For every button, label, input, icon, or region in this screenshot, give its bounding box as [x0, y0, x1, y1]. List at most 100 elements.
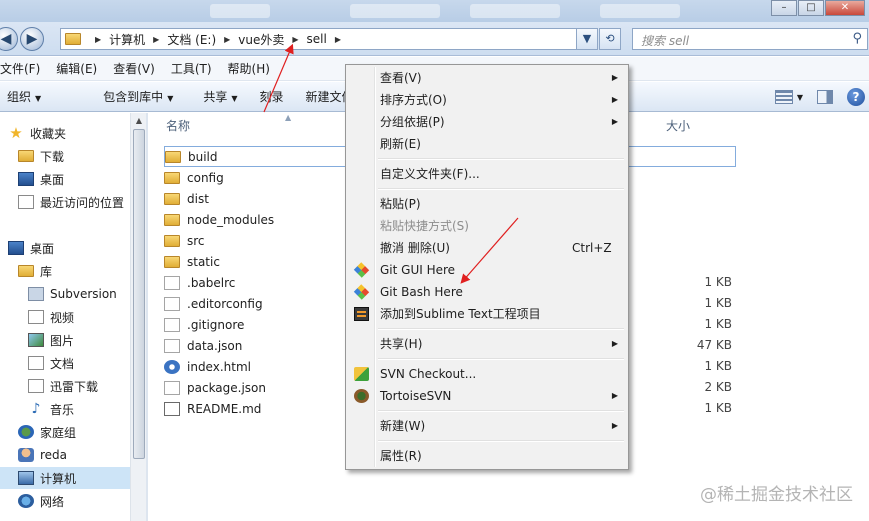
search-placeholder: 搜索 sell	[641, 34, 690, 48]
address-bar[interactable]: ▶ 计算机 ▶ 文档 (E:) ▶ vue外卖 ▶ sell ▶	[60, 28, 598, 50]
ctx-refresh[interactable]: 刷新(E)	[348, 133, 626, 155]
file-size: 2 KB	[704, 380, 732, 394]
breadcrumb-drive-e[interactable]: 文档 (E:)	[167, 31, 216, 48]
nav-library-thunder[interactable]: 迅雷下载	[28, 375, 98, 397]
preview-pane-icon[interactable]	[817, 90, 833, 104]
nav-library-subversion[interactable]: Subversion	[28, 283, 117, 305]
ctx-properties[interactable]: 属性(R)	[348, 445, 626, 467]
ctx-sort-by[interactable]: 排序方式(O) ▶	[348, 89, 626, 111]
file-icon	[164, 380, 180, 395]
ctx-sublime-label: 添加到Sublime Text工程项目	[380, 307, 541, 321]
file-name: src	[187, 233, 205, 248]
scroll-up-icon[interactable]: ▲	[131, 113, 146, 129]
file-size: 1 KB	[704, 401, 732, 415]
organize-button[interactable]: 组织 ▼	[0, 88, 53, 105]
chevron-down-icon: ▼	[35, 94, 42, 103]
ctx-view[interactable]: 查看(V) ▶	[348, 67, 626, 89]
submenu-arrow-icon: ▶	[611, 95, 618, 104]
include-in-library-button[interactable]: 包含到库中 ▼	[53, 88, 185, 105]
nav-library-videos[interactable]: 视频	[28, 306, 74, 328]
chevron-right-icon[interactable]: ▶	[153, 35, 159, 44]
menu-help[interactable]: 帮助(H)	[228, 60, 278, 77]
help-icon[interactable]: ?	[847, 88, 865, 106]
burn-button[interactable]: 刻录	[250, 88, 296, 105]
nav-desktop-favorite[interactable]: 桌面	[18, 168, 64, 190]
ctx-svn-checkout[interactable]: SVN Checkout...	[348, 363, 626, 385]
nav-recent-places[interactable]: 最近访问的位置	[18, 191, 124, 213]
ctx-sublime[interactable]: 添加到Sublime Text工程项目	[348, 303, 626, 325]
ctx-customize-folder[interactable]: 自定义文件夹(F)...	[348, 163, 626, 185]
column-header-name[interactable]: 名称	[166, 113, 190, 139]
refresh-button[interactable]: ⟲	[599, 28, 621, 50]
ctx-share[interactable]: 共享(H) ▶	[348, 333, 626, 355]
nav-library[interactable]: 库	[18, 260, 52, 282]
menu-file[interactable]: 文件(F)	[0, 60, 48, 77]
address-dropdown-button[interactable]: ▼	[576, 28, 598, 50]
menu-view[interactable]: 查看(V)	[113, 60, 163, 77]
ctx-new[interactable]: 新建(W) ▶	[348, 415, 626, 437]
ctx-group-by[interactable]: 分组依据(P) ▶	[348, 111, 626, 133]
tortoise-svn-icon	[354, 389, 369, 403]
blurred-tab	[470, 4, 560, 18]
nav-user[interactable]: reda	[18, 444, 67, 466]
forward-button[interactable]: ▶	[20, 27, 44, 51]
chevron-down-icon[interactable]: ▼	[797, 93, 803, 102]
ctx-git-bash-label: Git Bash Here	[380, 285, 463, 299]
ctx-git-gui[interactable]: Git GUI Here	[348, 259, 626, 281]
maximize-button[interactable]: □	[798, 0, 824, 16]
nav-user-label: reda	[40, 448, 68, 462]
ctx-tortoise-svn[interactable]: TortoiseSVN ▶	[348, 385, 626, 407]
close-button[interactable]: ✕	[825, 0, 865, 16]
file-name: .gitignore	[187, 317, 245, 332]
file-size: 1 KB	[704, 275, 732, 289]
view-options-icon[interactable]	[774, 90, 793, 104]
back-button[interactable]: ◀	[0, 27, 18, 51]
nav-network[interactable]: 网络	[18, 490, 64, 512]
nav-recent-places-label: 最近访问的位置	[40, 195, 125, 210]
ctx-paste-shortcut: 粘贴快捷方式(S)	[380, 219, 469, 233]
recent-places-icon	[18, 195, 34, 209]
share-button[interactable]: 共享 ▼	[185, 88, 249, 105]
nav-library-music[interactable]: ♪ 音乐	[28, 398, 74, 420]
column-header-size[interactable]: 大小	[666, 113, 690, 139]
file-name: package.json	[187, 380, 267, 395]
chevron-right-icon[interactable]: ▶	[95, 35, 101, 44]
nav-computer-label: 计算机	[40, 471, 77, 486]
download-library-icon	[28, 379, 44, 393]
breadcrumb-vue-waimai[interactable]: vue外卖	[238, 31, 284, 48]
nav-computer[interactable]: 计算机	[0, 467, 130, 489]
file-icon	[164, 275, 180, 290]
share-label: 共享	[203, 90, 228, 104]
network-icon	[18, 494, 34, 508]
nav-downloads[interactable]: 下载	[18, 145, 64, 167]
nav-library-pictures[interactable]: 图片	[28, 329, 74, 351]
nav-pane-scrollbar[interactable]: ▲	[130, 113, 146, 521]
menu-tools[interactable]: 工具(T)	[171, 60, 220, 77]
ctx-undo-delete[interactable]: 撤消 删除(U) Ctrl+Z	[348, 237, 626, 259]
watermark: @稀土掘金技术社区	[700, 485, 853, 505]
chevron-right-icon[interactable]: ▶	[335, 35, 341, 44]
breadcrumb-sell[interactable]: sell	[307, 32, 327, 46]
search-icon[interactable]: ⚲	[852, 31, 862, 46]
nav-library-documents-label: 文档	[50, 356, 75, 371]
nav-library-documents[interactable]: 文档	[28, 352, 74, 374]
breadcrumb-computer[interactable]: 计算机	[109, 31, 145, 48]
ctx-paste[interactable]: 粘贴(P)	[348, 193, 626, 215]
menu-edit[interactable]: 编辑(E)	[56, 60, 105, 77]
include-in-library-label: 包含到库中	[103, 90, 164, 104]
chevron-right-icon[interactable]: ▶	[292, 35, 298, 44]
minimize-button[interactable]: –	[771, 0, 797, 16]
menu-separator	[378, 328, 624, 330]
ctx-git-bash[interactable]: Git Bash Here	[348, 281, 626, 303]
chevron-right-icon[interactable]: ▶	[224, 35, 230, 44]
nav-desktop[interactable]: 桌面	[8, 237, 54, 259]
chevron-down-icon: ▼	[167, 94, 174, 103]
desktop-icon	[18, 172, 34, 186]
nav-favorites[interactable]: ★ 收藏夹	[8, 122, 66, 144]
scrollbar-thumb[interactable]	[133, 129, 145, 459]
sublime-text-icon	[354, 307, 369, 321]
search-input[interactable]: 搜索 sell ⚲	[632, 28, 868, 50]
submenu-arrow-icon: ▶	[611, 117, 618, 126]
ctx-undo-shortcut: Ctrl+Z	[572, 241, 612, 255]
nav-homegroup[interactable]: 家庭组	[18, 421, 76, 443]
